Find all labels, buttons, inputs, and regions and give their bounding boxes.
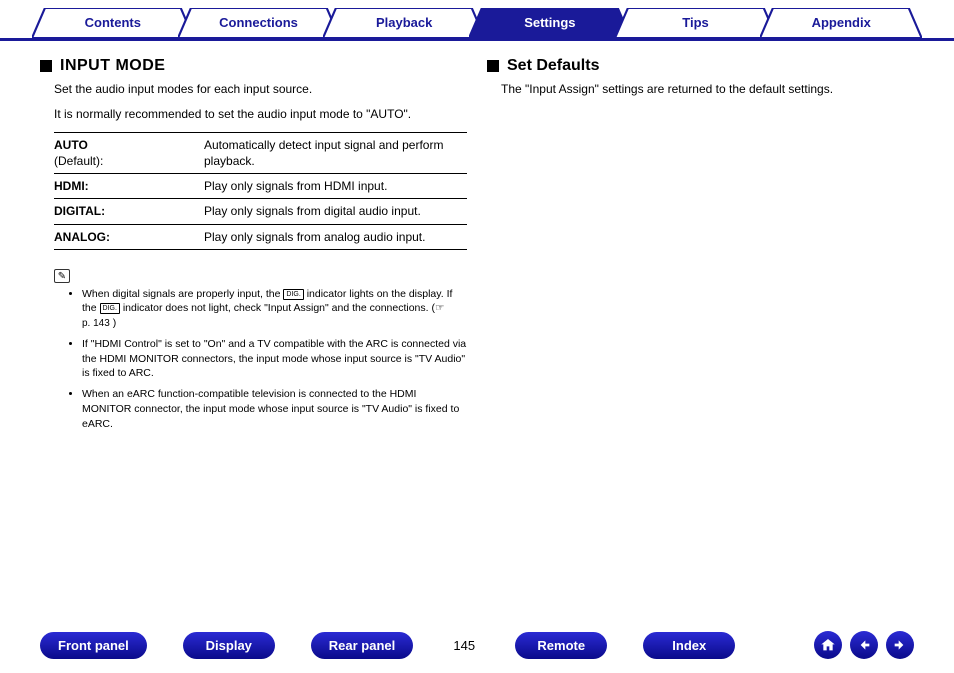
tab-playback[interactable]: Playback — [323, 8, 485, 38]
tab-contents[interactable]: Contents — [32, 8, 194, 38]
set-defaults-text: The "Input Assign" settings are returned… — [501, 81, 914, 98]
tab-label: Tips — [682, 15, 709, 30]
tab-label: Contents — [85, 15, 141, 30]
note-text: When digital signals are properly input,… — [82, 288, 283, 300]
row-label: DIGITAL: — [54, 199, 204, 224]
bottom-bar: Front panel Display Rear panel 145 Remot… — [0, 631, 954, 659]
list-item: When digital signals are properly input,… — [82, 287, 467, 331]
table-row: DIGITAL: Play only signals from digital … — [54, 199, 467, 224]
square-bullet-icon — [40, 60, 52, 72]
tab-tips[interactable]: Tips — [615, 8, 777, 38]
remote-button[interactable]: Remote — [515, 632, 607, 659]
top-nav: Contents Connections Playback Settings T… — [0, 0, 954, 41]
tab-connections[interactable]: Connections — [178, 8, 340, 38]
home-icon — [820, 637, 836, 653]
section-title-input-mode: Input Mode — [40, 57, 467, 75]
row-desc: Play only signals from analog audio inpu… — [204, 224, 467, 249]
row-desc: Play only signals from HDMI input. — [204, 174, 467, 199]
notes-list: When digital signals are properly input,… — [82, 287, 467, 432]
tab-label: Playback — [376, 15, 432, 30]
next-page-button[interactable] — [886, 631, 914, 659]
title-text: Set Defaults — [507, 57, 599, 75]
display-button[interactable]: Display — [183, 632, 275, 659]
note-text: ) — [113, 317, 117, 329]
input-mode-table: AUTO (Default): Automatically detect inp… — [54, 132, 467, 250]
left-column: Input Mode Set the audio input modes for… — [40, 57, 467, 437]
row-label: AUTO — [54, 138, 88, 152]
page-number: 145 — [449, 638, 479, 653]
tab-label: Settings — [524, 15, 575, 30]
title-text: Input Mode — [60, 57, 165, 75]
list-item: If "HDMI Control" is set to "On" and a T… — [82, 337, 467, 381]
row-desc: Automatically detect input signal and pe… — [204, 132, 467, 173]
square-bullet-icon — [487, 60, 499, 72]
content: Input Mode Set the audio input modes for… — [0, 41, 954, 437]
row-label: HDMI: — [54, 174, 204, 199]
page-ref-link[interactable]: p. 143 — [82, 317, 110, 331]
row-sublabel: (Default): — [54, 154, 103, 168]
front-panel-button[interactable]: Front panel — [40, 632, 147, 659]
note-text: indicator does not light, check "Input A… — [123, 302, 445, 314]
home-button[interactable] — [814, 631, 842, 659]
nav-icon-group — [814, 631, 914, 659]
table-row: ANALOG: Play only signals from analog au… — [54, 224, 467, 249]
dig-indicator-icon: DIG. — [100, 303, 120, 314]
list-item: When an eARC function-compatible televis… — [82, 387, 467, 431]
tab-label: Connections — [219, 15, 298, 30]
arrow-left-icon — [856, 637, 872, 653]
intro-line-1: Set the audio input modes for each input… — [54, 81, 467, 98]
dig-indicator-icon: DIG. — [283, 289, 303, 300]
right-column: Set Defaults The "Input Assign" settings… — [487, 57, 914, 437]
row-desc: Play only signals from digital audio inp… — [204, 199, 467, 224]
table-row: HDMI: Play only signals from HDMI input. — [54, 174, 467, 199]
intro-line-2: It is normally recommended to set the au… — [54, 106, 467, 123]
index-button[interactable]: Index — [643, 632, 735, 659]
tab-settings[interactable]: Settings — [469, 8, 631, 38]
row-label: ANALOG: — [54, 224, 204, 249]
prev-page-button[interactable] — [850, 631, 878, 659]
tab-appendix[interactable]: Appendix — [760, 8, 922, 38]
pencil-note-icon: ✎ — [54, 269, 70, 283]
section-title-set-defaults: Set Defaults — [487, 57, 914, 75]
table-row: AUTO (Default): Automatically detect inp… — [54, 132, 467, 173]
tab-label: Appendix — [812, 15, 871, 30]
note-block: ✎ When digital signals are properly inpu… — [54, 268, 467, 432]
arrow-right-icon — [892, 637, 908, 653]
rear-panel-button[interactable]: Rear panel — [311, 632, 413, 659]
